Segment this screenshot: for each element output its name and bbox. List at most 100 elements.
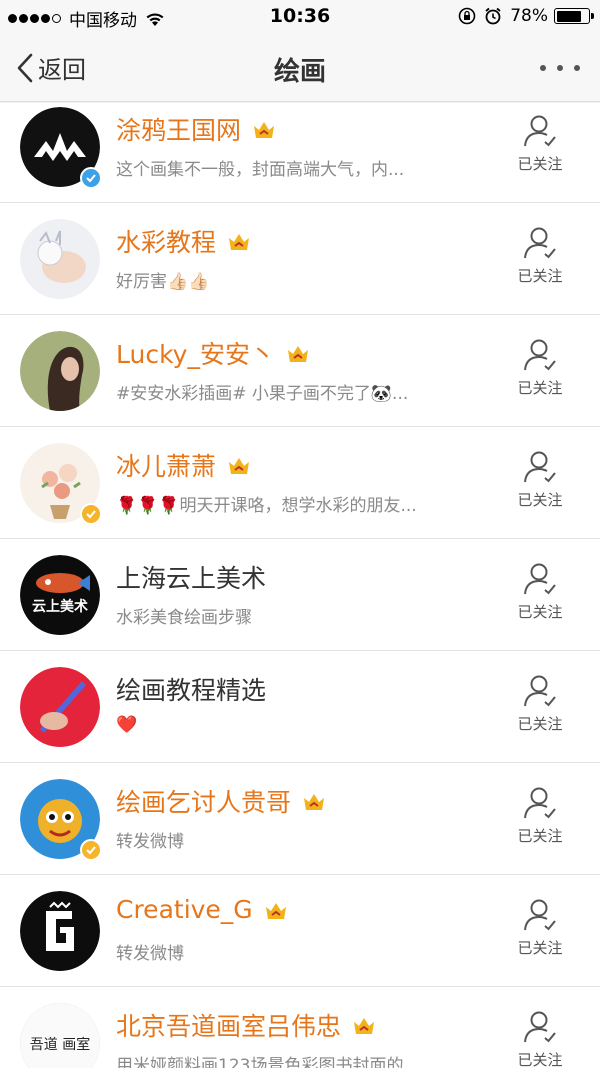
more-dot-icon — [540, 65, 546, 71]
name-line: 绘画教程精选 — [116, 671, 266, 707]
list-item[interactable]: 绘画教程精选 ❤️ 已关注 — [0, 651, 600, 763]
list-item[interactable]: 绘画乞讨人贵哥 转发微博 已关注 — [0, 763, 600, 875]
followed-user-icon — [524, 787, 556, 819]
alarm-icon — [485, 7, 501, 25]
name-line: 冰儿萧萧 — [116, 447, 252, 483]
followed-user-icon — [524, 1011, 556, 1043]
post-text: 🌹🌹🌹明天开课咯，想学水彩的朋友... — [116, 496, 417, 516]
list-item[interactable]: Lucky_安安丶 #安安水彩插画# 小果子画不完了🐼... 已关注 — [0, 315, 600, 427]
battery-percent: 78% — [510, 6, 548, 26]
following-button[interactable]: 已关注 — [506, 225, 574, 295]
verified-badge-icon — [80, 503, 102, 525]
user-name: 北京吾道画室吕伟忠 — [116, 1012, 342, 1041]
following-button[interactable]: 已关注 — [506, 673, 574, 743]
following-label: 已关注 — [517, 1051, 563, 1068]
vip-crown-icon — [229, 458, 250, 474]
more-dot-icon — [574, 65, 580, 71]
vip-crown-icon — [287, 346, 308, 362]
list-item[interactable]: 水彩教程 好厉害👍🏻👍🏻 已关注 — [0, 203, 600, 315]
list-item[interactable]: 冰儿萧萧 🌹🌹🌹明天开课咯，想学水彩的朋友... 已关注 — [0, 427, 600, 539]
name-line: 上海云上美术 — [116, 559, 266, 595]
avatar[interactable] — [20, 219, 100, 299]
back-button-label: 返回 — [38, 56, 86, 84]
vip-crown-icon — [354, 1018, 375, 1034]
following-button[interactable]: 已关注 — [506, 785, 574, 855]
following-button[interactable]: 已关注 — [506, 897, 574, 967]
name-line: Lucky_安安丶 — [116, 335, 311, 371]
following-button[interactable]: 已关注 — [506, 1009, 574, 1068]
following-list: 涂鸦王国网 这个画集不一般，封面高端大气，内... 已关注 水彩教程 好厉害👍🏻… — [0, 103, 600, 1068]
list-item[interactable]: 涂鸦王国网 这个画集不一般，封面高端大气，内... 已关注 — [0, 103, 600, 203]
latest-post: 好厉害👍🏻👍🏻 — [116, 267, 476, 292]
more-dot-icon — [557, 65, 563, 71]
name-line: 北京吾道画室吕伟忠 — [116, 1007, 377, 1043]
name-line: 绘画乞讨人贵哥 — [116, 783, 327, 819]
vip-crown-icon — [304, 794, 325, 810]
navigation-bar: 返回 绘画 — [0, 34, 600, 102]
list-item[interactable]: 云上美术 上海云上美术 水彩美食绘画步骤 已关注 — [0, 539, 600, 651]
name-line: 涂鸦王国网 — [116, 111, 277, 147]
avatar-logo-text: 云上美术 — [32, 598, 88, 615]
post-text: 水彩美食绘画步骤 — [116, 608, 252, 628]
vip-crown-icon — [265, 902, 286, 919]
post-text: 转发微博 — [116, 944, 184, 964]
name-line: 水彩教程 — [116, 223, 252, 259]
followed-user-icon — [524, 899, 556, 931]
avatar[interactable]: 云上美术 — [20, 555, 100, 635]
following-button[interactable]: 已关注 — [506, 561, 574, 631]
user-name: 涂鸦王国网 — [116, 116, 242, 145]
latest-post: 水彩美食绘画步骤 — [116, 603, 476, 628]
user-name: 上海云上美术 — [116, 564, 267, 593]
following-button[interactable]: 已关注 — [506, 113, 574, 183]
name-line: Creative_G — [116, 895, 289, 924]
latest-post: #安安水彩插画# 小果子画不完了🐼... — [116, 379, 476, 404]
back-button[interactable]: 返回 — [16, 50, 86, 85]
vip-crown-icon — [254, 122, 275, 138]
user-name: Lucky_安安丶 — [116, 340, 275, 369]
battery-icon — [554, 8, 594, 24]
following-button[interactable]: 已关注 — [506, 337, 574, 407]
latest-post: 用米娅颜料画123场景色彩图书封面的... — [116, 1051, 476, 1068]
list-item[interactable]: 吾道 画室 北京吾道画室吕伟忠 用米娅颜料画123场景色彩图书封面的... 已关… — [0, 987, 600, 1068]
status-right: 78% — [458, 6, 594, 26]
status-bar: 中国移动 10:36 78% — [0, 0, 600, 34]
avatar-logo-text: 吾道 画室 — [30, 1036, 90, 1053]
post-text: #安安水彩插画# 小果子画不完了🐼... — [116, 384, 409, 404]
post-text: 好厉害👍🏻👍🏻 — [116, 272, 210, 292]
followed-user-icon — [524, 563, 556, 595]
following-label: 已关注 — [517, 267, 563, 285]
following-button[interactable]: 已关注 — [506, 449, 574, 519]
followed-user-icon — [524, 115, 556, 147]
user-name: Creative_G — [116, 895, 253, 924]
avatar[interactable] — [20, 891, 100, 971]
list-item[interactable]: Creative_G 转发微博 已关注 — [0, 875, 600, 987]
rotation-lock-icon — [458, 7, 476, 25]
followed-user-icon — [524, 339, 556, 371]
avatar[interactable] — [20, 331, 100, 411]
following-label: 已关注 — [517, 379, 563, 397]
following-label: 已关注 — [517, 603, 563, 621]
chevron-left-icon — [17, 53, 33, 82]
user-name: 绘画教程精选 — [116, 676, 267, 705]
following-label: 已关注 — [517, 155, 563, 173]
following-label: 已关注 — [517, 715, 563, 733]
post-text: 用米娅颜料画123场景色彩图书封面的... — [116, 1056, 420, 1068]
post-text: ❤️ — [116, 715, 138, 735]
verified-badge-icon — [80, 167, 102, 189]
user-name: 绘画乞讨人贵哥 — [116, 788, 292, 817]
followed-user-icon — [524, 451, 556, 483]
user-name: 冰儿萧萧 — [116, 452, 217, 481]
post-text: 这个画集不一般，封面高端大气，内... — [116, 160, 405, 180]
followed-user-icon — [524, 675, 556, 707]
latest-post: 转发微博 — [116, 827, 476, 852]
more-options-button[interactable] — [540, 56, 580, 80]
following-label: 已关注 — [517, 827, 563, 845]
post-text: 转发微博 — [116, 832, 184, 852]
avatar[interactable] — [20, 667, 100, 747]
battery-level-fill — [556, 10, 581, 22]
following-label: 已关注 — [517, 939, 563, 957]
user-name: 水彩教程 — [116, 228, 217, 257]
avatar[interactable]: 吾道 画室 — [20, 1003, 100, 1068]
latest-post: ❤️ — [116, 715, 476, 735]
following-label: 已关注 — [517, 491, 563, 509]
